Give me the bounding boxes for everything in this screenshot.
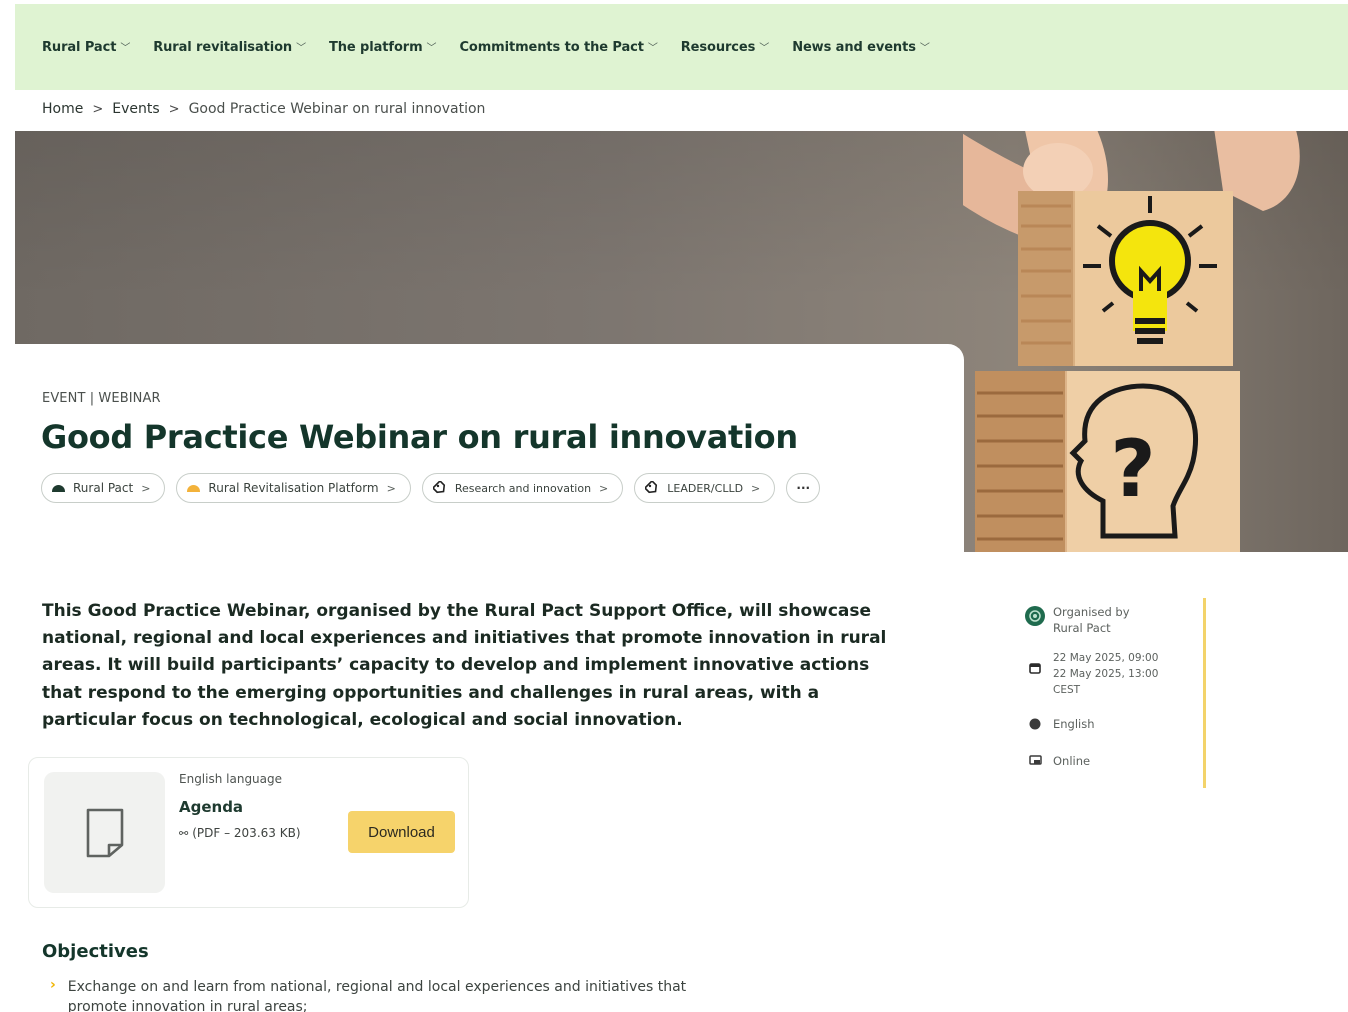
globe-icon xyxy=(1024,716,1046,732)
date-start: 22 May 2025, 09:00 xyxy=(1053,652,1159,664)
chevron-right-icon: > xyxy=(599,481,609,495)
nav-item-rural-revitalisation[interactable]: Rural revitalisation ﹀ xyxy=(153,40,306,55)
chevron-down-icon: ﹀ xyxy=(919,42,930,54)
main-navigation: Rural Pact ﹀ Rural revitalisation ﹀ The pl… xyxy=(15,4,1348,90)
svg-text:?: ? xyxy=(1110,425,1155,515)
innovation-blocks-image: ? xyxy=(963,131,1300,552)
organiser-icon xyxy=(1024,604,1046,636)
breadcrumb-events[interactable]: Events xyxy=(112,101,159,117)
download-button[interactable]: Download xyxy=(348,811,455,853)
breadcrumb-home[interactable]: Home xyxy=(42,101,83,117)
tag-leader-clld[interactable]: LEADER/CLLD > xyxy=(634,473,776,503)
nav-item-label: News and events xyxy=(792,39,916,55)
document-thumbnail xyxy=(44,772,165,893)
event-intro: This Good Practice Webinar, organised by… xyxy=(42,601,887,730)
organised-by-label: Organised by xyxy=(1053,605,1130,619)
page-title: Good Practice Webinar on rural innovatio… xyxy=(41,418,798,456)
meta-language: English xyxy=(1024,716,1095,732)
breadcrumb-current: Good Practice Webinar on rural innovatio… xyxy=(188,101,486,117)
format-value: Online xyxy=(1053,754,1091,768)
more-tags-button[interactable]: ··· xyxy=(786,473,821,503)
chevron-down-icon: ﹀ xyxy=(647,42,658,54)
document-language: English language xyxy=(179,772,283,786)
download-card: English language Agenda ⚯ (PDF – 203.63 … xyxy=(28,757,469,908)
tag-list: Rural Pact > Rural Revitalisation Platfo… xyxy=(41,473,821,503)
meta-format: Online xyxy=(1024,753,1090,769)
nav-item-label: Rural Pact xyxy=(42,39,117,55)
paperclip-icon: ⚯ xyxy=(179,826,189,840)
nav-item-label: The platform xyxy=(328,39,423,55)
chevron-down-icon: ﹀ xyxy=(759,42,770,54)
label-tag-icon xyxy=(645,481,658,494)
objective-text: Exchange on and learn from national, reg… xyxy=(67,979,687,1012)
event-meta-panel: Organised by Rural Pact 22 May 2025, 09:… xyxy=(1024,598,1206,788)
nav-item-rural-pact[interactable]: Rural Pact ﹀ xyxy=(42,40,130,55)
document-size-text: (PDF – 203.63 KB) xyxy=(192,826,301,840)
date-end: 22 May 2025, 13:00 xyxy=(1053,668,1159,680)
chevron-down-icon: ﹀ xyxy=(426,42,437,54)
document-size: ⚯ (PDF – 203.63 KB) xyxy=(179,826,301,840)
tag-rural-pact[interactable]: Rural Pact > xyxy=(41,473,166,503)
document-icon xyxy=(86,808,123,857)
chevron-down-icon: ﹀ xyxy=(120,42,131,54)
nav-item-label: Rural revitalisation xyxy=(153,39,293,55)
list-item: › Exchange on and learn from national, r… xyxy=(50,977,688,1012)
nav-item-label: Commitments to the Pact xyxy=(459,39,644,55)
monitor-icon xyxy=(1024,753,1046,769)
chevron-right-icon: > xyxy=(386,481,396,495)
tag-label: LEADER/CLLD xyxy=(667,481,744,495)
organiser-name: Rural Pact xyxy=(1053,621,1111,635)
language-value: English xyxy=(1053,717,1095,731)
label-tag-icon xyxy=(432,481,445,494)
nav-item-resources[interactable]: Resources ﹀ xyxy=(680,39,770,55)
event-type-label: EVENT | WEBINAR xyxy=(42,391,161,406)
chevron-right-icon: > xyxy=(141,481,151,495)
chevron-right-icon: > xyxy=(92,101,104,117)
nav-item-news-events[interactable]: News and events ﹀ xyxy=(792,40,930,55)
chevron-right-icon: › xyxy=(50,977,56,993)
tag-rural-revitalisation-platform[interactable]: Rural Revitalisation Platform > xyxy=(176,473,411,503)
meta-organiser: Organised by Rural Pact xyxy=(1024,604,1130,636)
tag-label: Rural Pact xyxy=(73,481,134,495)
platform-icon xyxy=(187,484,201,492)
chevron-right-icon: > xyxy=(751,481,761,495)
nav-item-label: Resources xyxy=(680,39,756,55)
breadcrumb: Home > Events > Good Practice Webinar on… xyxy=(42,99,485,119)
document-title: Agenda xyxy=(179,798,244,816)
chevron-down-icon: ﹀ xyxy=(296,42,306,54)
tag-research-innovation[interactable]: Research and innovation > xyxy=(421,473,624,503)
rural-pact-icon xyxy=(52,484,65,492)
chevron-right-icon: > xyxy=(168,101,180,117)
tag-label: Rural Revitalisation Platform xyxy=(208,481,379,495)
calendar-icon xyxy=(1024,650,1046,698)
tag-label: Research and innovation xyxy=(454,481,592,495)
timezone: CEST xyxy=(1053,684,1081,696)
objectives-heading: Objectives xyxy=(42,941,149,962)
nav-item-the-platform[interactable]: The platform ﹀ xyxy=(328,39,437,55)
nav-item-commitments[interactable]: Commitments to the Pact ﹀ xyxy=(459,40,657,55)
meta-dates: 22 May 2025, 09:00 22 May 2025, 13:00 CE… xyxy=(1024,650,1158,698)
